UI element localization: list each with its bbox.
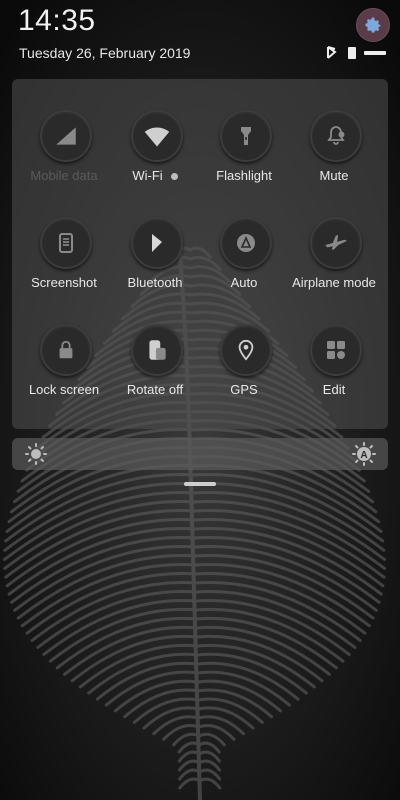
tile-label: Airplane mode bbox=[292, 275, 376, 290]
bell-icon bbox=[324, 124, 348, 148]
tile-label: GPS bbox=[230, 382, 258, 397]
tile-label: Screenshot bbox=[31, 275, 97, 290]
tile-button[interactable] bbox=[220, 217, 272, 269]
tile-button[interactable] bbox=[310, 110, 362, 162]
tile-button[interactable] bbox=[40, 324, 92, 376]
tile-label: Lock screen bbox=[28, 382, 100, 397]
tile-button[interactable] bbox=[131, 110, 183, 162]
auto-brightness-button[interactable]: A bbox=[352, 442, 376, 466]
auto-brightness-label: A bbox=[360, 450, 367, 461]
tile-button[interactable] bbox=[40, 110, 92, 162]
tile-button[interactable] bbox=[220, 324, 272, 376]
tile-label: Rotate off bbox=[126, 382, 184, 397]
tile-label: Edit bbox=[322, 382, 346, 397]
tile-airplane[interactable]: Airplane mode bbox=[288, 217, 380, 322]
screenshot-icon bbox=[54, 231, 78, 255]
sim-icon bbox=[348, 47, 356, 59]
brightness-slider[interactable]: A bbox=[12, 438, 388, 470]
tile-label: Auto bbox=[230, 275, 258, 290]
auto-brightness-icon bbox=[234, 231, 258, 255]
tile-auto[interactable]: Auto bbox=[198, 217, 290, 322]
tile-edit[interactable]: Edit bbox=[288, 324, 380, 429]
tile-button[interactable] bbox=[220, 110, 272, 162]
tile-button[interactable] bbox=[131, 324, 183, 376]
wifi-icon bbox=[143, 122, 171, 150]
bluetooth-icon bbox=[145, 231, 169, 255]
battery-icon bbox=[364, 51, 386, 55]
brightness-low-icon bbox=[25, 443, 47, 465]
signal-icon bbox=[53, 123, 79, 149]
tile-button[interactable] bbox=[40, 217, 92, 269]
tile-label: Flashlight bbox=[216, 168, 272, 183]
tile-lock[interactable]: Lock screen bbox=[18, 324, 110, 429]
status-icons bbox=[327, 46, 386, 59]
tile-flashlight[interactable]: Flashlight bbox=[198, 110, 290, 215]
tile-label: Mobile data bbox=[30, 168, 98, 183]
panel-drag-handle[interactable] bbox=[184, 482, 216, 486]
airplane-icon bbox=[323, 230, 349, 256]
tile-rotate[interactable]: Rotate off bbox=[109, 324, 201, 429]
tile-gps[interactable]: GPS bbox=[198, 324, 290, 429]
bluetooth-status-icon bbox=[327, 46, 337, 59]
tile-button[interactable] bbox=[310, 324, 362, 376]
tile-button[interactable] bbox=[131, 217, 183, 269]
tile-data[interactable]: Mobile data bbox=[18, 110, 110, 215]
tile-mute[interactable]: Mute bbox=[288, 110, 380, 215]
tile-bluetooth[interactable]: Bluetooth bbox=[109, 217, 201, 322]
tile-wifi[interactable]: Wi-Fi bbox=[109, 110, 201, 215]
tile-label: Mute bbox=[319, 168, 349, 183]
tile-screenshot[interactable]: Screenshot bbox=[18, 217, 110, 322]
clock: 14:35 bbox=[18, 4, 96, 37]
tile-label: Wi-Fi bbox=[132, 168, 163, 183]
edit-grid-icon bbox=[324, 338, 348, 362]
rotate-icon bbox=[144, 337, 170, 363]
flashlight-icon bbox=[234, 124, 258, 148]
gear-icon bbox=[365, 17, 381, 33]
lock-icon bbox=[55, 339, 77, 361]
wifi-connected-indicator bbox=[170, 173, 178, 181]
settings-button[interactable] bbox=[356, 8, 390, 42]
date: Tuesday 26, February 2019 bbox=[19, 45, 191, 61]
tile-label: Bluetooth bbox=[127, 275, 183, 290]
tile-button[interactable] bbox=[310, 217, 362, 269]
location-pin-icon bbox=[235, 339, 257, 361]
